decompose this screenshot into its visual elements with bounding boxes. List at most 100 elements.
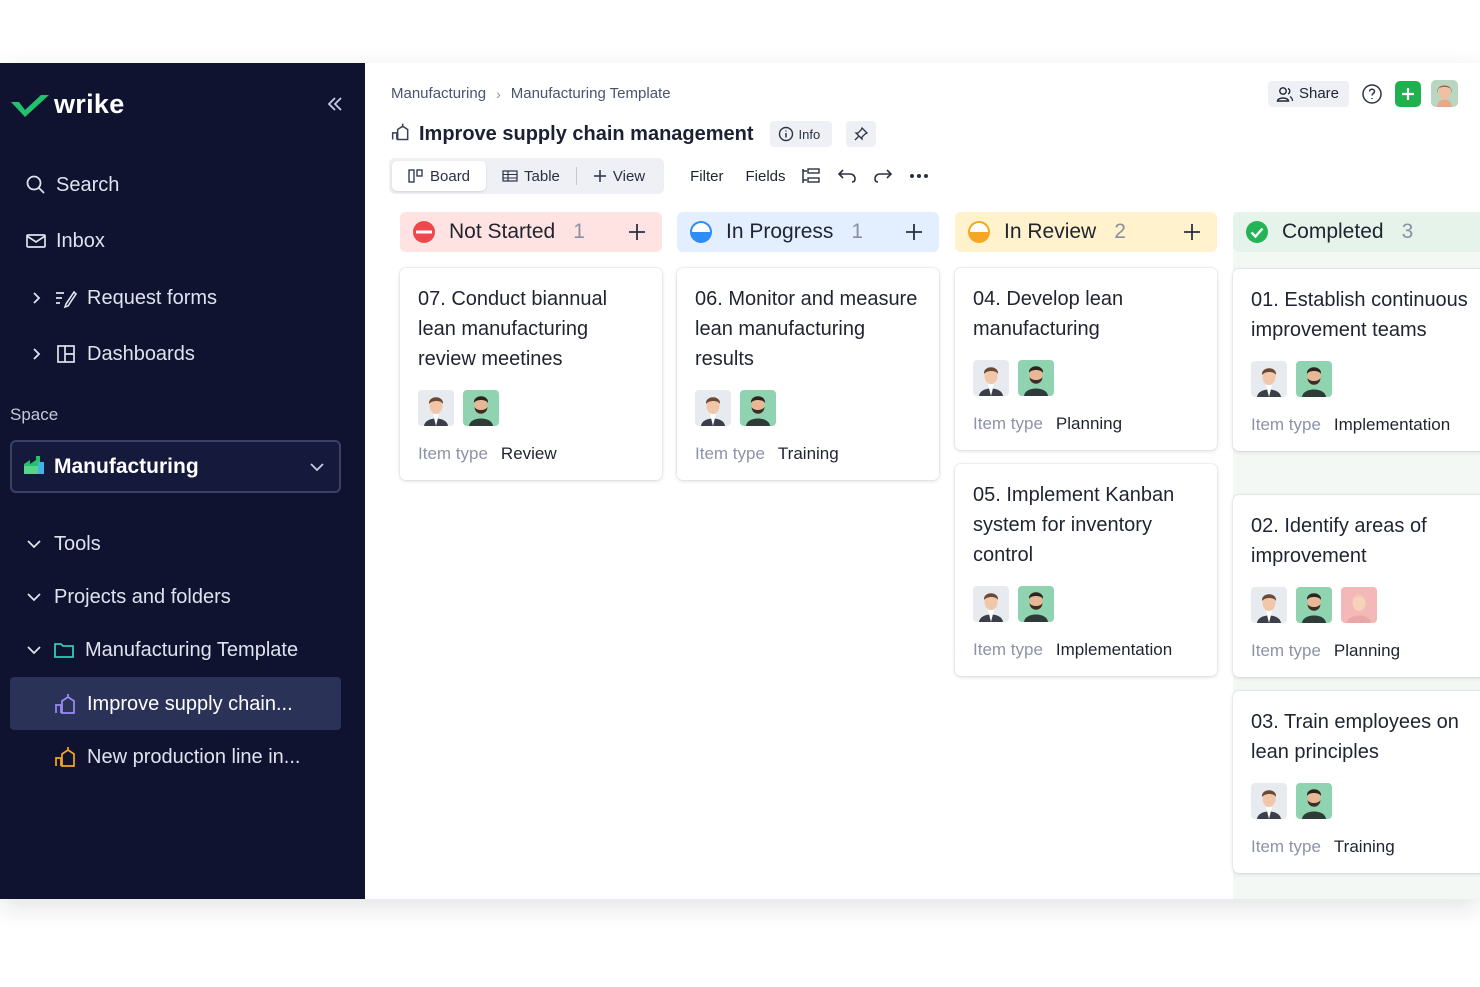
avatar[interactable] bbox=[1341, 587, 1377, 623]
create-new-button[interactable] bbox=[1395, 80, 1421, 107]
plus-icon[interactable] bbox=[1181, 221, 1203, 243]
status-completed-icon bbox=[1246, 221, 1268, 243]
avatar[interactable] bbox=[740, 390, 776, 426]
item-type-value[interactable]: Training bbox=[1334, 837, 1395, 857]
sidebar-item-dashboards[interactable]: Dashboards bbox=[0, 334, 365, 374]
plus-icon bbox=[593, 170, 606, 182]
column-header[interactable]: In Review 2 bbox=[955, 212, 1217, 252]
project-icon bbox=[391, 122, 411, 147]
card-title: 03. Train employees on lean principles bbox=[1251, 711, 1459, 763]
assignees bbox=[1251, 361, 1480, 397]
sidebar-folder-manufacturing-template[interactable]: Manufacturing Template bbox=[0, 630, 365, 670]
view-switcher: Board Table View bbox=[389, 158, 665, 194]
space-name: Manufacturing bbox=[54, 454, 199, 478]
filter-button[interactable]: Filter bbox=[690, 168, 723, 185]
plus-icon[interactable] bbox=[903, 221, 925, 243]
item-type-value[interactable]: Implementation bbox=[1334, 415, 1450, 435]
more-icon[interactable] bbox=[908, 165, 930, 187]
column-name: Not Started bbox=[449, 220, 556, 243]
avatar[interactable] bbox=[1296, 361, 1332, 397]
user-avatar[interactable] bbox=[1431, 80, 1458, 107]
avatar[interactable] bbox=[973, 360, 1009, 396]
assignees bbox=[695, 390, 921, 426]
sidebar-item-inbox[interactable]: Inbox bbox=[0, 221, 365, 261]
sidebar-item-label: New production line in... bbox=[87, 745, 301, 768]
column-header[interactable]: Not Started 1 bbox=[400, 212, 662, 252]
avatar[interactable] bbox=[463, 390, 499, 426]
view-toolbar: Board Table View Filter Fields bbox=[389, 158, 930, 194]
task-card[interactable]: 01. Establish continuous improvement tea… bbox=[1233, 269, 1480, 451]
status-in-progress-icon bbox=[690, 221, 712, 243]
avatar[interactable] bbox=[418, 390, 454, 426]
chevron-right-icon[interactable] bbox=[26, 344, 46, 364]
column-count: 1 bbox=[851, 220, 864, 243]
chevron-right-icon: › bbox=[496, 85, 501, 102]
avatar[interactable] bbox=[1296, 783, 1332, 819]
sidebar-item-label: Inbox bbox=[56, 229, 105, 252]
avatar[interactable] bbox=[1018, 586, 1054, 622]
fields-button[interactable]: Fields bbox=[745, 168, 785, 185]
main-panel: Manufacturing › Manufacturing Template I… bbox=[365, 63, 1480, 899]
wrike-logo[interactable]: wrike bbox=[10, 89, 125, 120]
help-icon[interactable] bbox=[1361, 83, 1383, 105]
hierarchy-icon[interactable] bbox=[800, 165, 822, 187]
sidebar-item-improve-supply-chain[interactable]: Improve supply chain... bbox=[0, 684, 365, 724]
card-meta: Item type Implementation bbox=[1251, 415, 1480, 435]
plus-icon[interactable] bbox=[626, 221, 648, 243]
item-type-value[interactable]: Training bbox=[778, 444, 839, 464]
column-in-progress: In Progress 1 06. Monitor and measure le… bbox=[677, 212, 939, 480]
tab-table[interactable]: Table bbox=[486, 161, 576, 191]
avatar[interactable] bbox=[695, 390, 731, 426]
share-button[interactable]: Share bbox=[1267, 80, 1349, 107]
search-icon bbox=[24, 173, 48, 197]
collapse-sidebar-button[interactable] bbox=[324, 93, 346, 115]
undo-icon[interactable] bbox=[836, 165, 858, 187]
chevron-right-icon[interactable] bbox=[26, 288, 46, 308]
avatar[interactable] bbox=[1251, 361, 1287, 397]
sidebar-item-search[interactable]: Search bbox=[0, 165, 365, 205]
task-card[interactable]: 07. Conduct biannual lean manufacturing … bbox=[400, 268, 662, 480]
task-card[interactable]: 06. Monitor and measure lean manufacturi… bbox=[677, 268, 939, 480]
breadcrumb-parent[interactable]: Manufacturing bbox=[391, 85, 486, 102]
column-header[interactable]: In Progress 1 bbox=[677, 212, 939, 252]
task-card[interactable]: 04. Develop lean manufacturing Item type… bbox=[955, 268, 1217, 450]
task-card[interactable]: 02. Identify areas of improvement Item t… bbox=[1233, 495, 1480, 677]
tab-board[interactable]: Board bbox=[392, 161, 487, 191]
item-type-label: Item type bbox=[973, 414, 1043, 433]
item-type-value[interactable]: Planning bbox=[1056, 414, 1122, 434]
page-title[interactable]: Improve supply chain management bbox=[419, 123, 754, 146]
sidebar-item-label: Request forms bbox=[87, 286, 218, 309]
folder-icon bbox=[52, 638, 76, 662]
breadcrumb-current[interactable]: Manufacturing Template bbox=[511, 85, 671, 102]
sidebar-item-request-forms[interactable]: Request forms bbox=[0, 278, 365, 318]
item-type-value[interactable]: Implementation bbox=[1056, 640, 1172, 660]
task-card[interactable]: 03. Train employees on lean principles I… bbox=[1233, 691, 1480, 873]
pin-button[interactable] bbox=[846, 121, 877, 147]
column-header[interactable]: Completed 3 bbox=[1233, 212, 1480, 252]
breadcrumb: Manufacturing › Manufacturing Template bbox=[391, 85, 671, 102]
column-count: 3 bbox=[1401, 220, 1414, 243]
avatar[interactable] bbox=[1251, 587, 1287, 623]
chevron-down-icon[interactable] bbox=[24, 587, 44, 607]
item-type-value[interactable]: Review bbox=[501, 444, 557, 464]
space-selector[interactable]: Manufacturing bbox=[10, 440, 341, 493]
avatar[interactable] bbox=[973, 586, 1009, 622]
avatar[interactable] bbox=[1296, 587, 1332, 623]
status-not-started-icon bbox=[413, 221, 435, 243]
card-meta: Item type Implementation bbox=[973, 640, 1199, 660]
info-button[interactable]: Info bbox=[769, 121, 833, 147]
pin-icon bbox=[854, 126, 869, 141]
item-type-value[interactable]: Planning bbox=[1334, 641, 1400, 661]
redo-icon[interactable] bbox=[872, 165, 894, 187]
chevron-down-icon[interactable] bbox=[24, 534, 44, 554]
chevron-down-icon[interactable] bbox=[24, 640, 44, 660]
avatar[interactable] bbox=[1018, 360, 1054, 396]
sidebar-section-tools[interactable]: Tools bbox=[0, 524, 365, 564]
task-card[interactable]: 05. Implement Kanban system for inventor… bbox=[955, 464, 1217, 676]
sidebar-section-projects[interactable]: Projects and folders bbox=[0, 577, 365, 617]
item-type-label: Item type bbox=[1251, 837, 1321, 856]
item-type-label: Item type bbox=[695, 444, 765, 463]
avatar[interactable] bbox=[1251, 783, 1287, 819]
add-view-button[interactable]: View bbox=[577, 161, 661, 191]
sidebar-item-new-production-line[interactable]: New production line in... bbox=[0, 737, 365, 777]
